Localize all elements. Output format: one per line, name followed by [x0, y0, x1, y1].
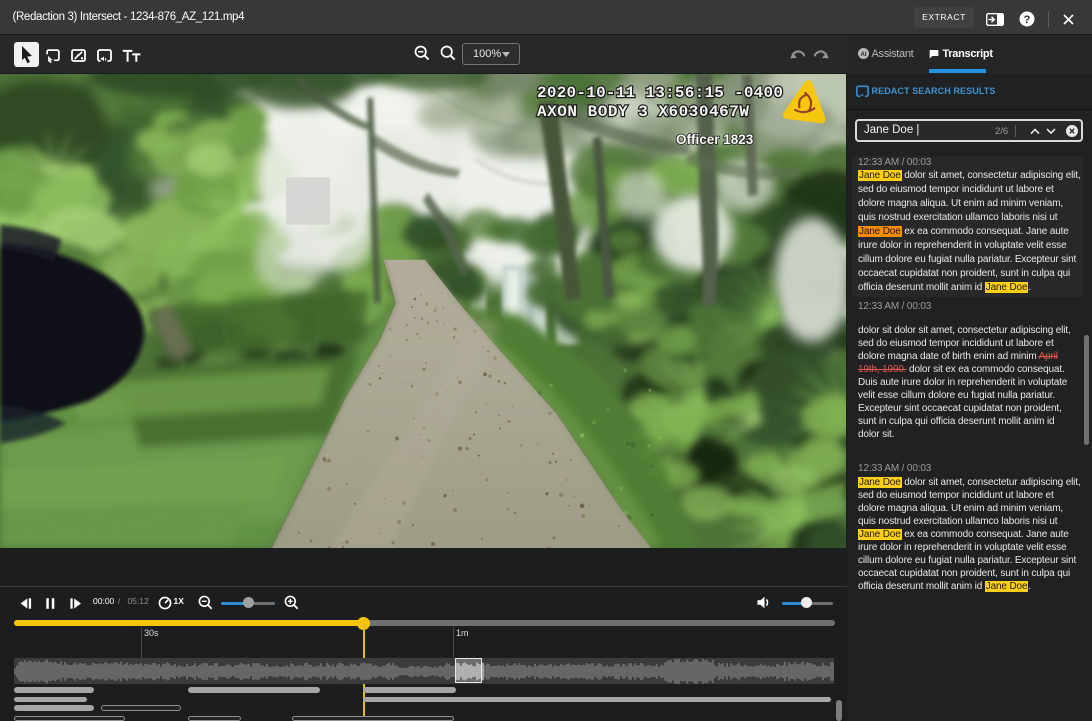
svg-text:AXON BODY 3 X6030467W: AXON BODY 3 X6030467W: [537, 103, 749, 121]
svg-text:Officer 1823: Officer 1823: [676, 132, 754, 147]
svg-text:?: ?: [1024, 14, 1031, 26]
svg-text:2020-10-11 13:56:15 -0400: 2020-10-11 13:56:15 -0400: [537, 84, 783, 102]
